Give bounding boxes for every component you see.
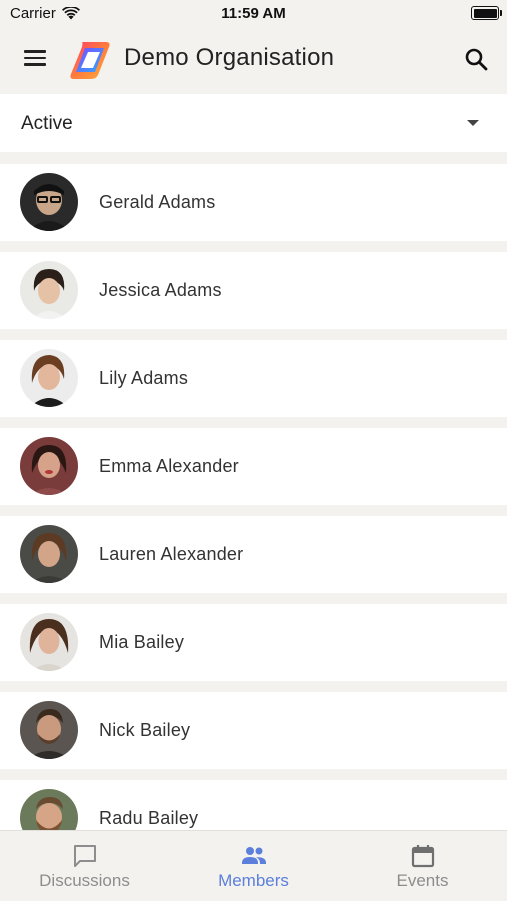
avatar [20,613,78,671]
filter-selected-value: Active [21,113,73,134]
tab-members-label: Members [218,871,289,890]
member-row[interactable]: Radu Bailey [0,780,507,830]
member-row[interactable]: Emma Alexander [0,428,507,505]
avatar [20,701,78,759]
member-row[interactable]: Mia Bailey [0,604,507,681]
tab-members[interactable]: Members [169,831,338,901]
avatar [20,261,78,319]
avatar [20,349,78,407]
member-name: Radu Bailey [99,808,199,828]
battery-icon [471,6,502,20]
chat-bubble-icon [74,845,96,867]
calendar-icon [411,845,435,868]
app-header: Demo Organisation [0,28,507,92]
status-bar: Carrier 11:59 AM [0,0,507,28]
member-row[interactable]: Nick Bailey [0,692,507,769]
status-time: 11:59 AM [221,5,286,22]
member-name: Jessica Adams [99,280,222,300]
member-list[interactable]: Gerald Adams Jessica Adams Lily Adams Em… [0,164,507,830]
member-name: Gerald Adams [99,192,216,212]
member-name: Lily Adams [99,368,189,388]
member-row[interactable]: Jessica Adams [0,252,507,329]
avatar [20,525,78,583]
avatar [20,173,78,231]
avatar [20,789,78,830]
caret-down-icon [467,120,479,126]
member-name: Lauren Alexander [99,544,244,564]
bottom-navigation: Discussions Members Events [0,830,507,901]
tab-events[interactable]: Events [338,831,507,901]
page-title: Demo Organisation [124,44,335,71]
tab-discussions[interactable]: Discussions [0,831,169,901]
status-filter-dropdown[interactable]: Active [0,94,507,152]
member-row[interactable]: Lily Adams [0,340,507,417]
organisation-logo [68,39,112,81]
avatar [20,437,78,495]
people-icon [242,847,266,864]
member-row[interactable]: Gerald Adams [0,164,507,241]
member-row[interactable]: Lauren Alexander [0,516,507,593]
member-name: Nick Bailey [99,720,191,740]
member-name: Emma Alexander [99,456,239,476]
tab-discussions-label: Discussions [39,871,130,890]
member-name: Mia Bailey [99,632,185,652]
search-icon[interactable] [461,44,493,76]
tab-events-label: Events [396,871,449,890]
hamburger-menu-icon[interactable] [18,46,52,74]
